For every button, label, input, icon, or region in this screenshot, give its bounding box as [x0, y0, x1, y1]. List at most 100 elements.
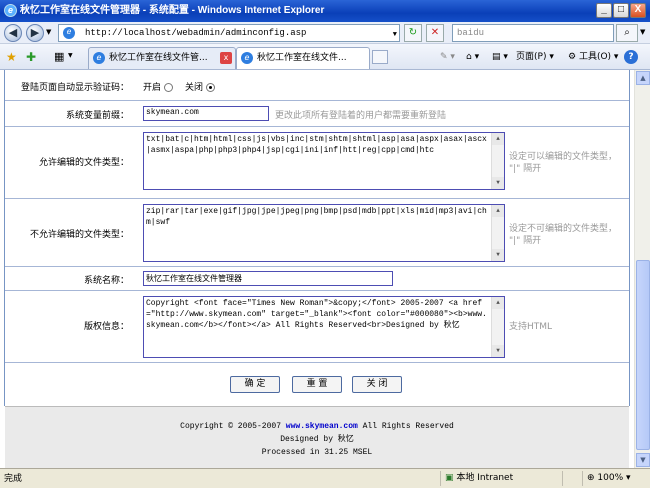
denied-types-row: 不允许编辑的文件类型： zip|rar|tar|exe|gif|jpg|jpe|…: [5, 198, 629, 266]
system-name-label: 系统名称：: [83, 276, 129, 286]
new-tab-button[interactable]: [372, 50, 388, 64]
close-button[interactable]: 关 闭: [352, 376, 402, 393]
allowed-types-row: 允许编辑的文件类型： txt|bat|c|htm|html|css|js|vbs…: [5, 126, 629, 198]
quick-tabs-icon[interactable]: ▦: [54, 50, 64, 63]
allowed-types-hint-2: "|" 隔开: [509, 164, 542, 174]
stop-button[interactable]: ✕: [426, 24, 444, 42]
zoom-control[interactable]: ⊕ 100% ▾: [582, 471, 646, 486]
copyright-textarea[interactable]: Copyright <font face="Times New Roman">&…: [143, 296, 505, 358]
prefix-input[interactable]: skymean.com: [143, 106, 269, 121]
maximize-button[interactable]: □: [613, 3, 629, 18]
scroll-down-icon[interactable]: ▼: [492, 177, 504, 189]
page-menu[interactable]: 页面(P) ▾: [516, 50, 554, 64]
address-dropdown-icon[interactable]: ▼: [393, 27, 397, 43]
favorites-star-icon[interactable]: ★: [6, 50, 17, 64]
tools-menu-label: 工具(O): [578, 52, 612, 62]
history-dropdown-icon[interactable]: ▼: [46, 28, 51, 36]
denied-types-hint-2: "|" 隔开: [509, 236, 542, 246]
page-icon: e: [93, 52, 105, 64]
scroll-down-icon[interactable]: ▼: [492, 249, 504, 261]
tab-1[interactable]: e 秋忆工作室在线文件管... x: [88, 47, 236, 69]
scroll-down-icon[interactable]: ▼: [492, 345, 504, 357]
tab-list-dropdown-icon[interactable]: ▼: [68, 52, 73, 59]
tab-2[interactable]: e 秋忆工作室在线文件...: [236, 47, 370, 69]
prefix-label: 系统变量前缀：: [65, 111, 129, 121]
page-icon: e: [241, 52, 253, 64]
scroll-down-icon[interactable]: ▼: [636, 453, 650, 467]
back-button[interactable]: ◀: [4, 24, 22, 42]
prefix-row: 系统变量前缀： skymean.com 更改此项所有登陆着的用户都需要重新登陆: [5, 100, 629, 126]
protected-mode-icon[interactable]: [562, 471, 580, 486]
security-zone[interactable]: ▣ 本地 Intranet: [440, 471, 560, 486]
help-button[interactable]: ?: [624, 50, 638, 64]
security-zone-label: 本地 Intranet: [456, 473, 514, 483]
copyright-hint: 支持HTML: [509, 322, 553, 332]
address-input[interactable]: e http://localhost/webadmin/adminconfig.…: [58, 24, 400, 42]
captcha-label: 登陆页面自动显示验证码：: [20, 83, 129, 93]
tab-bar: ★ ✚ ▦ ▼ e 秋忆工作室在线文件管... x e 秋忆工作室在线文件...…: [0, 44, 650, 70]
zoom-level: 100%: [597, 473, 624, 483]
search-options-icon[interactable]: ▼: [640, 28, 645, 36]
forward-button[interactable]: ▶: [26, 24, 44, 42]
close-tab-icon[interactable]: x: [220, 52, 232, 64]
allowed-types-value: txt|bat|c|htm|html|css|js|vbs|inc|stm|sh…: [146, 135, 487, 155]
allowed-types-textarea[interactable]: txt|bat|c|htm|html|css|js|vbs|inc|stm|sh…: [143, 132, 505, 190]
tab-2-label: 秋忆工作室在线文件...: [257, 53, 347, 63]
add-favorite-icon[interactable]: ✚: [26, 50, 36, 64]
allowed-types-label: 允许编辑的文件类型：: [38, 158, 129, 168]
ie-logo-icon: e: [4, 4, 17, 17]
tab-1-label: 秋忆工作室在线文件管...: [109, 53, 208, 63]
reset-button[interactable]: 重 置: [292, 376, 342, 393]
textarea-scrollbar[interactable]: ▲ ▼: [491, 205, 504, 261]
captcha-off-radio[interactable]: [206, 83, 216, 92]
copyright-value: Copyright <font face="Times New Roman">&…: [146, 299, 487, 330]
pen-icon[interactable]: ✎ ▾: [440, 50, 455, 64]
address-text: http://localhost/webadmin/adminconfig.as…: [85, 28, 307, 38]
print-icon[interactable]: ▤ ▾: [492, 50, 508, 64]
close-window-button[interactable]: X: [630, 3, 646, 18]
denied-types-label: 不允许编辑的文件类型：: [29, 230, 129, 240]
scroll-up-icon[interactable]: ▲: [492, 297, 504, 309]
footer-copyright-line: Copyright © 2005-2007 www.skymean.com Al…: [5, 420, 629, 433]
scrollbar-thumb[interactable]: [636, 260, 650, 450]
status-text: 完成: [4, 474, 23, 484]
textarea-scrollbar[interactable]: ▲ ▼: [491, 297, 504, 357]
search-input[interactable]: baidu: [452, 24, 614, 42]
scroll-up-icon[interactable]: ▲: [492, 133, 504, 145]
system-name-input[interactable]: 秋忆工作室在线文件管理器: [143, 271, 393, 286]
textarea-scrollbar[interactable]: ▲ ▼: [491, 133, 504, 189]
footer-processed-time: Processed in 31.25 MSEL: [261, 448, 373, 457]
search-button[interactable]: ⌕: [616, 24, 638, 42]
copyright-label: 版权信息：: [83, 322, 129, 332]
page-icon: e: [63, 27, 75, 39]
captcha-off-label: 关闭: [185, 83, 204, 93]
footer-copyright-prefix: Copyright © 2005-2007: [180, 422, 286, 431]
refresh-button[interactable]: ↻: [404, 24, 422, 42]
system-name-row: 系统名称： 秋忆工作室在线文件管理器: [5, 266, 629, 290]
scroll-up-icon[interactable]: ▲: [636, 71, 650, 85]
home-icon[interactable]: ⌂ ▾: [466, 50, 479, 64]
captcha-row: 登陆页面自动显示验证码： 开启 关闭: [5, 70, 629, 100]
page-content: 登陆页面自动显示验证码： 开启 关闭 系统变量前缀： skymean.com 更改…: [0, 70, 634, 468]
scroll-up-icon[interactable]: ▲: [492, 205, 504, 217]
page-scrollbar[interactable]: ▲ ▼: [634, 70, 650, 468]
intranet-icon: ▣: [445, 473, 454, 483]
minimize-button[interactable]: _: [596, 3, 612, 18]
tools-menu[interactable]: ⚙ 工具(O) ▾: [568, 50, 618, 64]
footer-copyright-suffix: All Rights Reserved: [357, 422, 454, 431]
status-bar: 完成 ▣ 本地 Intranet ⊕ 100% ▾: [0, 468, 650, 488]
zoom-icon: ⊕: [587, 473, 595, 483]
address-toolbar: ◀ ▶ ▼ e http://localhost/webadmin/adminc…: [0, 22, 650, 44]
page-footer: Copyright © 2005-2007 www.skymean.com Al…: [5, 406, 629, 468]
window-title: 秋忆工作室在线文件管理器 - 系统配置 - Windows Internet E…: [20, 5, 325, 16]
submit-button[interactable]: 确 定: [230, 376, 280, 393]
captcha-on-label: 开启: [143, 83, 162, 93]
denied-types-textarea[interactable]: zip|rar|tar|exe|gif|jpg|jpe|jpeg|png|bmp…: [143, 204, 505, 262]
footer-site-link[interactable]: www.skymean.com: [286, 422, 358, 431]
copyright-row: 版权信息： Copyright <font face="Times New Ro…: [5, 290, 629, 362]
denied-types-value: zip|rar|tar|exe|gif|jpg|jpe|jpeg|png|bmp…: [146, 207, 487, 227]
page-menu-label: 页面(P): [516, 52, 547, 62]
captcha-on-radio[interactable]: [164, 83, 174, 92]
prefix-hint: 更改此项所有登陆着的用户都需要重新登陆: [275, 111, 447, 121]
captcha-options: 开启 关闭: [143, 80, 227, 93]
